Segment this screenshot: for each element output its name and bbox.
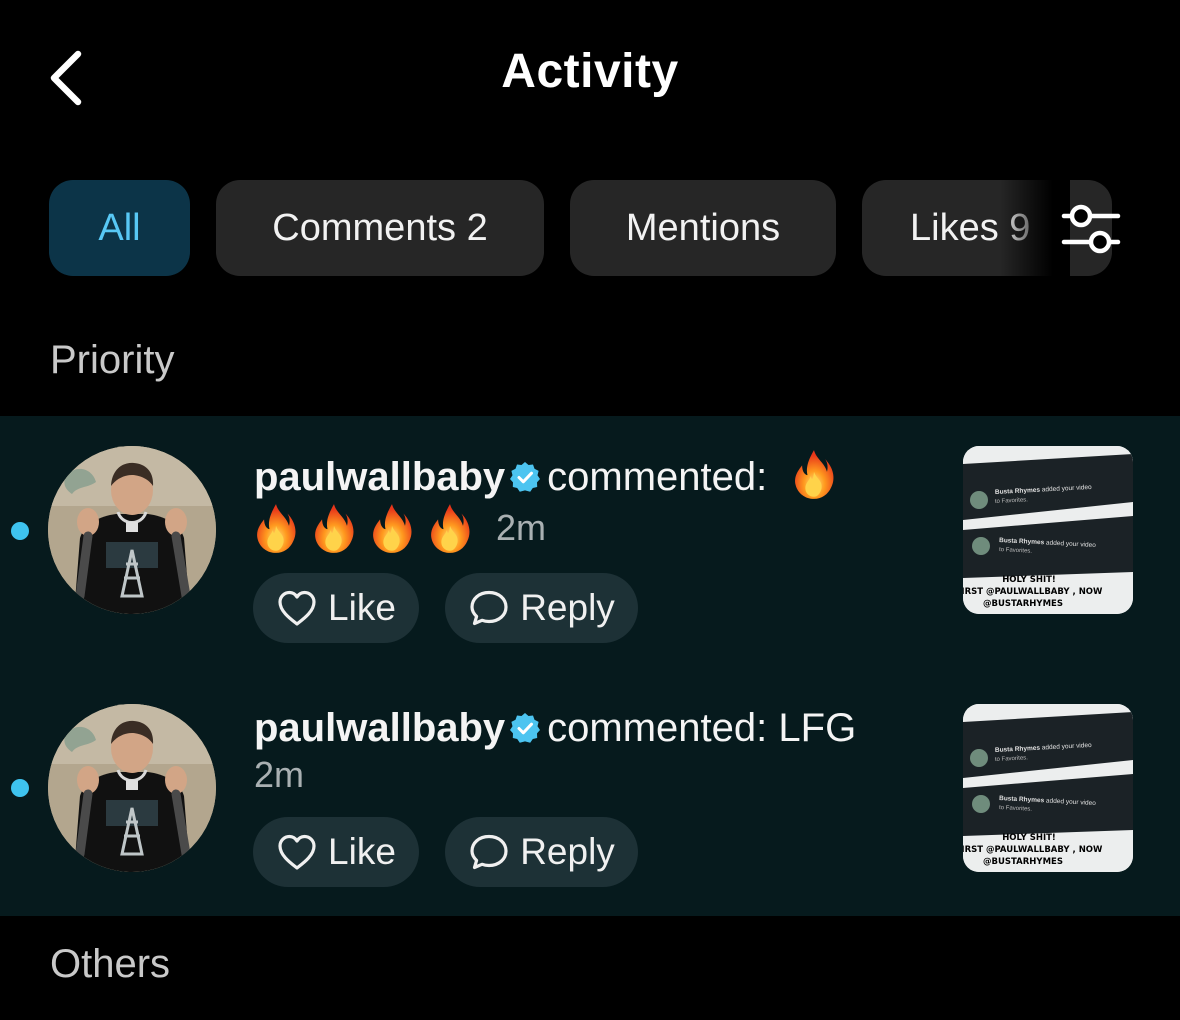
thumb-caption1: HOLY SHIT! [1002,575,1056,585]
avatar-image [48,704,216,872]
thumbnail-image: Busta Rhymes added your video to Favorit… [963,446,1133,614]
timestamp: 2m [254,754,305,795]
like-button[interactable]: Like [253,817,419,887]
thumb-caption2: FIRST @PAULWALLBABY , NOW [963,587,1103,597]
action-text: commented: [547,455,768,499]
like-label: Like [328,831,396,872]
reply-button[interactable]: Reply [445,573,638,643]
unread-dot [11,522,29,540]
speech-bubble-icon [468,832,510,872]
priority-section: paulwallbaby commented: 2m Like Reply Bu… [0,416,1180,916]
activity-text: paulwallbaby commented: [254,448,836,500]
like-button[interactable]: Like [253,573,419,643]
avatar[interactable] [48,704,216,872]
heart-icon [276,588,318,628]
username[interactable]: paulwallbaby [254,455,505,499]
timestamp: 2m [496,507,547,548]
fire-emoji [370,502,414,554]
comment-emoji-line: 2m [254,502,546,554]
username[interactable]: paulwallbaby [254,706,505,750]
activity-item[interactable]: paulwallbaby commented: LFG 2m Like Reply… [0,666,1180,916]
fire-emoji [792,448,836,500]
activity-text: paulwallbaby commented: LFG [254,706,856,751]
speech-bubble-icon [468,588,510,628]
tab-all[interactable]: All [49,180,190,276]
section-label-priority: Priority [50,338,175,382]
avatar-image [48,446,216,614]
page-title: Activity [501,45,679,98]
thumb-caption3: @BUSTARHYMES [983,857,1063,867]
thumb-caption3: @BUSTARHYMES [983,599,1063,609]
header-bar: Activity [0,0,1180,150]
like-label: Like [328,587,396,628]
reply-label: Reply [520,831,615,872]
verified-badge-icon [509,712,541,744]
reply-label: Reply [520,587,615,628]
filter-tabs: All Comments 2 Mentions Likes 9 [0,180,1180,278]
tab-comments[interactable]: Comments 2 [216,180,544,276]
activity-item[interactable]: paulwallbaby commented: 2m Like Reply Bu… [0,416,1180,666]
filter-button[interactable] [1058,200,1122,258]
tab-mentions[interactable]: Mentions [570,180,836,276]
verified-badge-icon [509,461,541,493]
heart-icon [276,832,318,872]
thumb-caption1: HOLY SHIT! [1002,833,1056,843]
sliders-icon [1061,204,1121,254]
section-label-others: Others [50,942,171,986]
reply-button[interactable]: Reply [445,817,638,887]
comment-text: LFG [778,706,857,750]
avatar[interactable] [48,446,216,614]
action-text: commented: [547,706,768,750]
post-thumbnail[interactable]: Busta Rhymes added your video to Favorit… [963,704,1133,872]
unread-dot [11,779,29,797]
thumbnail-image: Busta Rhymes added your video to Favorit… [963,704,1133,872]
fire-emoji [312,502,356,554]
fire-emoji [428,502,472,554]
fire-emoji [254,502,298,554]
post-thumbnail[interactable]: Busta Rhymes added your video to Favorit… [963,446,1133,614]
thumb-caption2: FIRST @PAULWALLBABY , NOW [963,845,1103,855]
